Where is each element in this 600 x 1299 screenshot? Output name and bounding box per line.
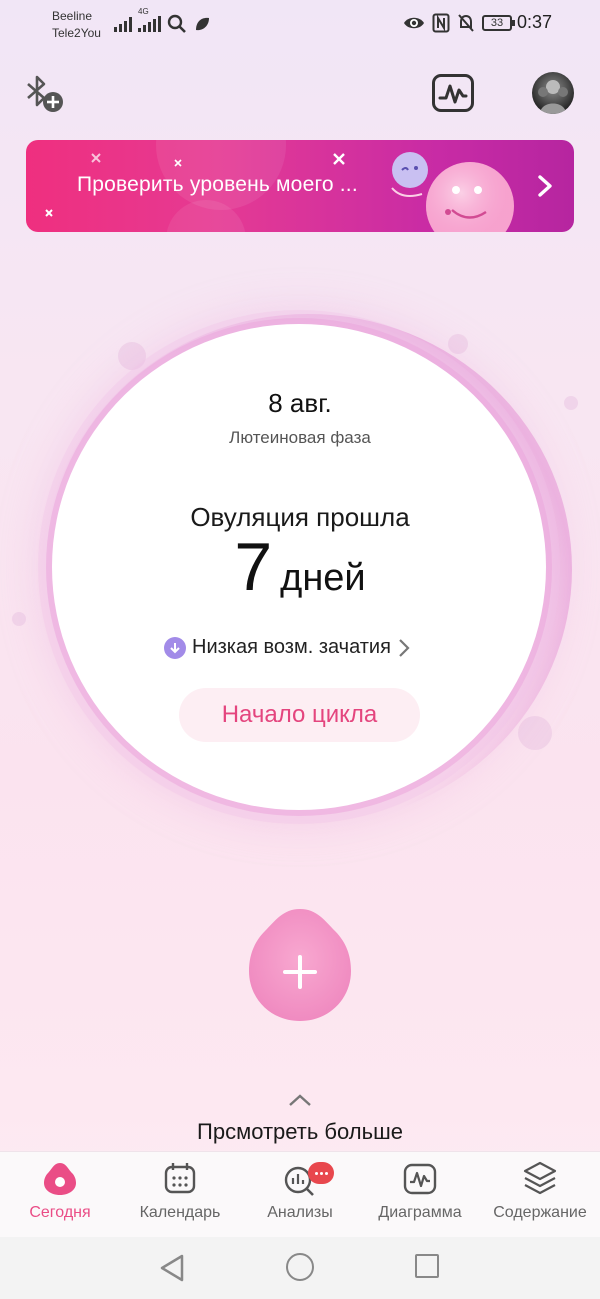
decorative-bubble xyxy=(448,334,468,354)
bluetooth-add-icon xyxy=(27,75,63,112)
status-time: 0:37 xyxy=(516,12,552,32)
tab-label: Сегодня xyxy=(29,1204,91,1221)
layers-icon xyxy=(523,1161,557,1195)
chart-button[interactable] xyxy=(432,74,474,112)
search-icon xyxy=(167,14,186,33)
tab-calendar[interactable]: Календарь xyxy=(120,1152,240,1238)
plus-icon xyxy=(249,909,351,1021)
calendar-icon xyxy=(164,1163,196,1194)
back-icon[interactable] xyxy=(158,1253,186,1283)
battery-icon: 33 xyxy=(482,15,515,31)
signal-icon xyxy=(114,16,132,32)
conception-chance[interactable]: Низкая возм. зачатия xyxy=(164,636,411,659)
down-arrow-icon xyxy=(164,636,186,659)
chevron-right-icon xyxy=(399,638,410,657)
battery-level: 33 xyxy=(490,17,504,29)
eye-icon xyxy=(404,17,424,29)
tab-analysis[interactable]: Анализы xyxy=(240,1152,360,1238)
carrier-1: Beeline xyxy=(52,9,93,23)
sparkle-icon xyxy=(174,159,182,167)
sparkle-icon xyxy=(333,153,345,165)
leaf-icon xyxy=(196,17,209,31)
banner-text: Проверить уровень моего ... xyxy=(77,173,358,196)
chevron-up-icon[interactable] xyxy=(287,1092,313,1108)
days-number: 7 xyxy=(234,529,273,605)
see-more-link[interactable]: Прсмотреть больше xyxy=(0,1119,600,1145)
today-drop-icon xyxy=(44,1163,76,1195)
conception-chance-label: Низкая возм. зачатия xyxy=(192,636,391,658)
cycle-phase: Лютеиновая фаза xyxy=(229,428,371,447)
days-count: 7 дней xyxy=(0,528,600,606)
nfc-icon xyxy=(432,13,450,33)
bluetooth-add-button[interactable] xyxy=(22,74,66,114)
tab-label: Анализы xyxy=(267,1204,333,1221)
sparkle-icon xyxy=(45,209,53,217)
avatar[interactable] xyxy=(532,72,574,114)
notification-badge xyxy=(308,1162,334,1184)
decorative-bubble xyxy=(118,342,146,370)
tab-chart[interactable]: Диаграмма xyxy=(360,1152,480,1238)
tab-content[interactable]: Содержание xyxy=(480,1152,600,1238)
decorative-bubble xyxy=(518,716,552,750)
days-unit: дней xyxy=(280,557,366,599)
add-record-button[interactable] xyxy=(247,907,353,1023)
tab-label: Диаграмма xyxy=(378,1204,462,1221)
signal-group: 4G xyxy=(114,7,211,34)
status-right-icons: 33 xyxy=(403,13,515,33)
tab-label: Содержание xyxy=(493,1204,587,1221)
mute-icon xyxy=(458,14,474,32)
cycle-date: 8 авг. xyxy=(268,388,332,418)
bottom-tab-bar: Сегодня Календарь Анализы Диаграмма Соде… xyxy=(0,1151,600,1237)
promo-banner[interactable]: Проверить уровень моего ... xyxy=(26,140,574,232)
home-icon[interactable] xyxy=(286,1253,314,1281)
carrier-2: Tele2You xyxy=(52,26,101,40)
system-nav-bar xyxy=(0,1237,600,1299)
recents-icon[interactable] xyxy=(415,1254,439,1278)
chevron-right-icon xyxy=(538,175,552,197)
status-carriers: Beeline Tele2You xyxy=(52,8,101,42)
sparkle-icon xyxy=(91,153,101,163)
cycle-start-button[interactable]: Начало цикла xyxy=(179,688,420,742)
avatar-photo xyxy=(538,80,568,114)
chart-icon xyxy=(438,84,468,104)
decorative-bubble xyxy=(12,612,26,626)
tab-label: Календарь xyxy=(139,1204,221,1221)
tab-today[interactable]: Сегодня xyxy=(0,1152,120,1238)
network-type: 4G xyxy=(138,7,149,16)
mascot-illustration xyxy=(391,152,514,232)
chart-icon xyxy=(403,1163,437,1195)
signal-4g-icon: 4G xyxy=(138,7,161,32)
